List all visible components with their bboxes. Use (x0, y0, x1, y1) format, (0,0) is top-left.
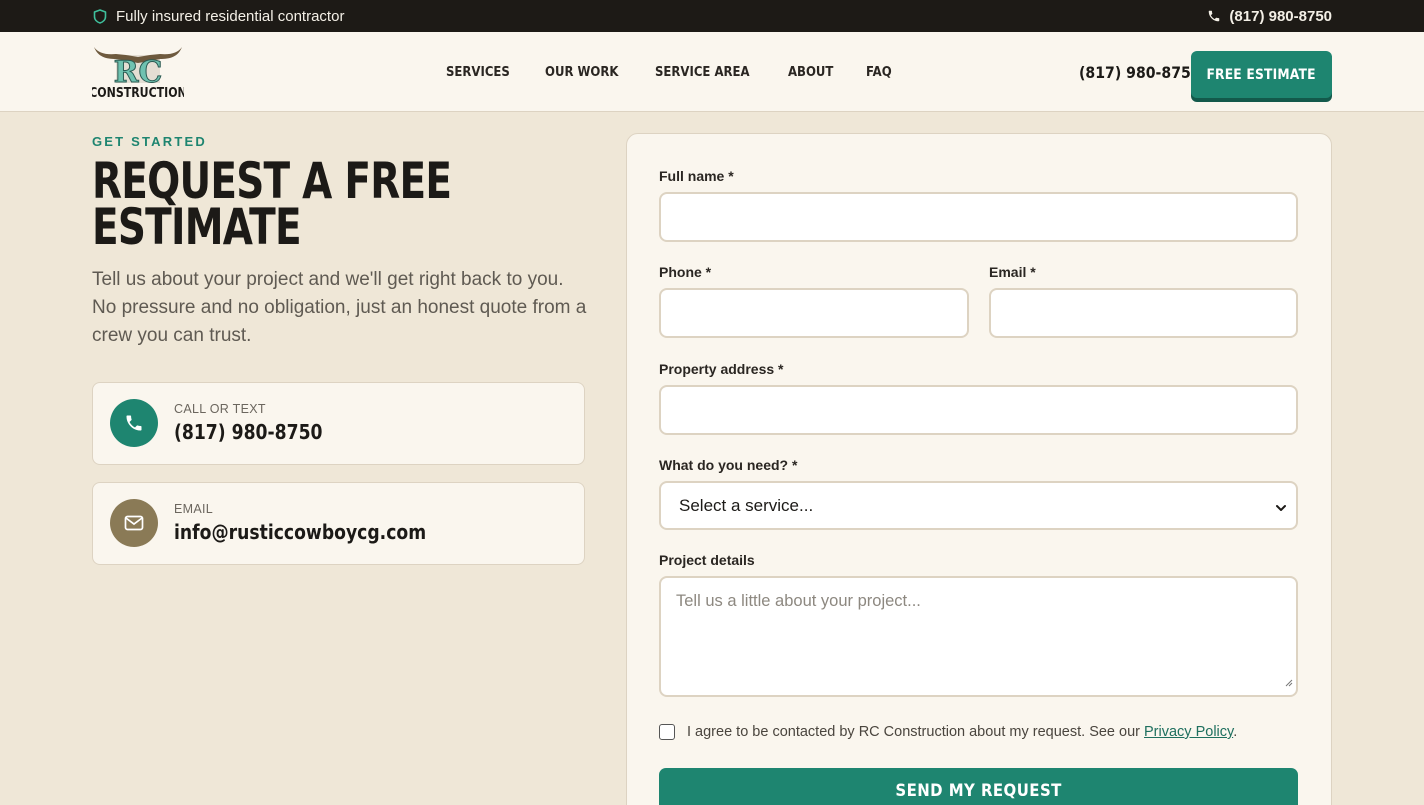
consent-text: I agree to be contacted by RC Constructi… (687, 724, 1237, 740)
email-input[interactable] (989, 288, 1298, 338)
details-placeholder: Tell us a little about your project... (676, 592, 921, 610)
privacy-policy-link[interactable]: Privacy Policy (1144, 724, 1233, 740)
header-phone-link[interactable]: (817) 980-8750 (1079, 32, 1201, 112)
topbar-phone: (817) 980-8750 (1229, 7, 1332, 25)
section-eyebrow: GET STARTED (92, 134, 207, 149)
email-value: info@rusticcowboycg.com (174, 520, 427, 544)
consent-row: I agree to be contacted by RC Constructi… (659, 724, 1237, 740)
chevron-down-icon (1275, 499, 1287, 519)
nav-our-work[interactable]: OUR WORK (545, 65, 618, 80)
full-name-input[interactable] (659, 192, 1298, 242)
svg-text:CONSTRUCTION: CONSTRUCTION (92, 85, 184, 100)
intro-text: Tell us about your project and we'll get… (92, 269, 587, 346)
nav-services[interactable]: SERVICES (446, 65, 510, 80)
email-field-label: Email * (989, 264, 1036, 280)
main-nav: SERVICES OUR WORK SERVICE AREA ABOUT FAQ (446, 32, 895, 112)
call-value: (817) 980-8750 (174, 420, 323, 444)
phone-icon (110, 399, 158, 447)
free-estimate-label: FREE ESTIMATE (1206, 66, 1317, 83)
details-label: Project details (659, 552, 755, 568)
address-label: Property address * (659, 361, 784, 377)
call-label: CALL OR TEXT (174, 402, 266, 416)
insured-text: Fully insured residential contractor (116, 7, 345, 25)
page-title: REQUEST A FREE ESTIMATE (92, 152, 452, 256)
top-bar: Fully insured residential contractor (81… (0, 0, 1424, 32)
rc-construction-logo[interactable]: RC CONSTRUCTION (89, 41, 187, 103)
send-request-label: SEND MY REQUEST (895, 781, 1062, 801)
insured-badge: Fully insured residential contractor (93, 0, 344, 32)
service-select[interactable]: Select a service... (659, 481, 1298, 530)
consent-checkbox[interactable] (659, 724, 675, 740)
address-input[interactable] (659, 385, 1298, 435)
mail-icon (110, 499, 158, 547)
send-request-button[interactable]: SEND MY REQUEST (659, 768, 1298, 805)
service-label: What do you need? * (659, 457, 798, 473)
nav-service-area[interactable]: SERVICE AREA (655, 65, 750, 80)
call-card[interactable]: CALL OR TEXT (817) 980-8750 (92, 382, 585, 465)
email-label: EMAIL (174, 502, 214, 516)
consent-period: . (1233, 724, 1238, 740)
email-card[interactable]: EMAIL info@rusticcowboycg.com (92, 482, 585, 565)
nav-faq[interactable]: FAQ (866, 65, 892, 80)
shield-icon (93, 8, 107, 24)
free-estimate-button[interactable]: FREE ESTIMATE (1191, 51, 1332, 98)
full-name-label: Full name * (659, 168, 734, 184)
details-textarea[interactable]: Tell us a little about your project... (659, 576, 1298, 697)
nav-about[interactable]: ABOUT (788, 65, 833, 80)
phone-input[interactable] (659, 288, 969, 338)
topbar-phone-link[interactable]: (817) 980-8750 (1207, 0, 1332, 32)
consent-copy: I agree to be contacted by RC Constructi… (687, 724, 1140, 740)
phone-icon (1207, 9, 1221, 23)
resize-grip-icon[interactable] (1285, 673, 1293, 692)
service-selected-value: Select a service... (679, 495, 814, 515)
site-header: RC CONSTRUCTION SERVICES OUR WORK SERVIC… (0, 32, 1424, 112)
phone-label: Phone * (659, 264, 712, 280)
